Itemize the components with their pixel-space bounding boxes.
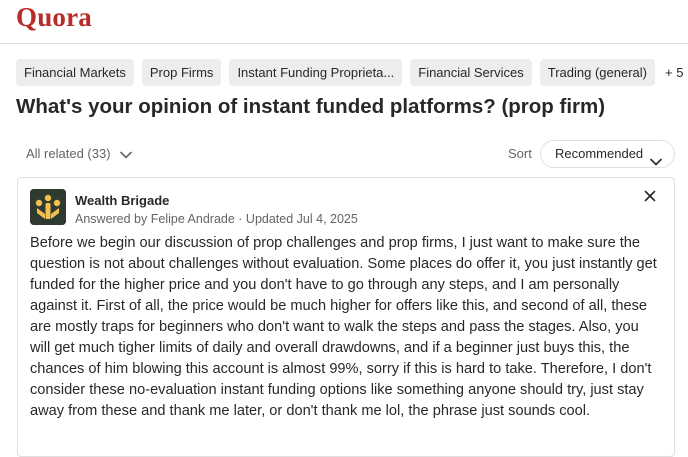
author-name[interactable]: Wealth Brigade: [75, 193, 169, 208]
more-topics-button[interactable]: + 5: [662, 59, 686, 86]
sort-value: Recommended: [555, 146, 644, 161]
answer-body: Before we begin our discussion of prop c…: [30, 235, 657, 419]
close-icon[interactable]: [640, 186, 660, 206]
topic-chip-financial-markets[interactable]: Financial Markets: [16, 59, 134, 86]
quora-logo[interactable]: Quora: [16, 2, 92, 33]
answer-card: Wealth Brigade Answered by Felipe Andrad…: [17, 177, 675, 457]
topic-chip-prop-firms[interactable]: Prop Firms: [141, 59, 222, 86]
sort-label: Sort: [508, 146, 532, 161]
topic-chip-instant-funding[interactable]: Instant Funding Proprieta...: [229, 59, 403, 86]
topic-chip-trading-general[interactable]: Trading (general): [539, 59, 655, 86]
all-related-label: All related (33): [26, 146, 111, 161]
question-title: What's your opinion of instant funded pl…: [16, 95, 606, 118]
sort-dropdown[interactable]: Recommended: [540, 140, 675, 168]
top-bar: Quora: [0, 0, 688, 44]
author-avatar[interactable]: [30, 189, 66, 225]
topic-chip-financial-services[interactable]: Financial Services: [410, 59, 532, 86]
wealth-brigade-logo-icon: [30, 189, 66, 225]
chevron-down-icon: [650, 149, 662, 175]
all-related-dropdown[interactable]: All related (33): [26, 146, 132, 162]
topic-list: Financial Markets Prop Firms Instant Fun…: [16, 59, 686, 86]
answer-filter-bar: All related (33) Sort Recommended: [16, 140, 676, 168]
answer-meta: Answered by Felipe Andrade · Updated Jul…: [75, 212, 358, 226]
chevron-down-icon: [120, 147, 132, 162]
